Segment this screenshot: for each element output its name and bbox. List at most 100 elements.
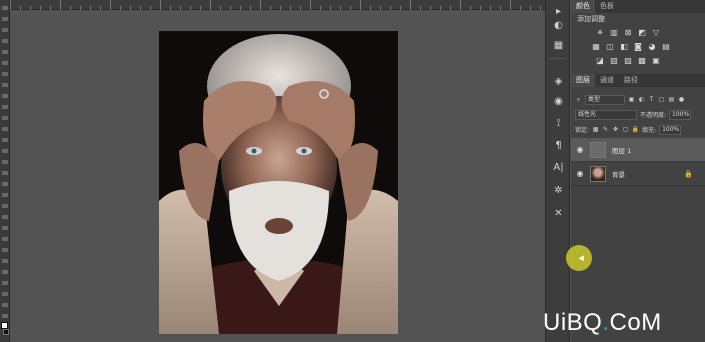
ruler-tick [430, 6, 431, 10]
ruler-tick [280, 6, 281, 10]
tool-icon[interactable] [2, 281, 8, 285]
ruler-tick [400, 6, 401, 10]
tool-icon[interactable] [2, 149, 8, 153]
layer-name: 图层 1 [612, 146, 632, 155]
watermark-text-a: UiBQ [543, 309, 603, 336]
tool-icon[interactable] [2, 50, 8, 54]
threshold-icon[interactable]: ▨ [623, 55, 633, 65]
lock-pixels-icon[interactable]: ▦ [592, 126, 599, 133]
foreground-color-swatch[interactable] [1, 322, 8, 329]
ruler-tick [260, 0, 261, 10]
document-image[interactable] [159, 31, 398, 334]
tool-icon[interactable] [2, 237, 8, 241]
channel-mixer-icon[interactable]: ▤ [661, 41, 671, 51]
bw-icon[interactable]: ◙ [633, 41, 643, 51]
ruler-tick [30, 6, 31, 10]
tool-icon[interactable] [2, 39, 8, 43]
tool-icon[interactable] [2, 138, 8, 142]
brush-icon[interactable]: ⟟ [551, 116, 566, 131]
tool-icon[interactable] [2, 314, 8, 318]
posterize-icon[interactable]: ▧ [609, 55, 619, 65]
history-icon[interactable]: ▸ [551, 4, 566, 19]
watermark-dot: . [602, 309, 610, 336]
gradient-map-icon[interactable]: ▩ [637, 55, 647, 65]
color-panel-icon[interactable]: ◐ [551, 18, 566, 33]
character-icon[interactable]: A| [551, 160, 566, 175]
vibrance-icon[interactable]: ▦ [591, 41, 601, 51]
curves-icon[interactable]: ⊠ [623, 27, 633, 37]
blend-mode-select[interactable]: 线性光 [575, 109, 637, 120]
tool-icon[interactable] [2, 28, 8, 32]
tab-color[interactable]: 颜色 [571, 0, 595, 13]
filter-toggle-icon[interactable]: ● [678, 96, 685, 103]
tool-icon[interactable] [2, 6, 8, 10]
eye-icon[interactable]: ◉ [574, 145, 586, 154]
filter-kind-select[interactable]: 类型 [585, 94, 625, 105]
levels-icon[interactable]: ▥ [609, 27, 619, 37]
tool-icon[interactable] [2, 17, 8, 21]
tool-icon[interactable] [2, 105, 8, 109]
tool-icon[interactable] [2, 215, 8, 219]
type-filter-icon[interactable]: T [648, 96, 655, 103]
settings-icon[interactable]: ✲ [551, 183, 566, 198]
layer-row[interactable]: ◉ 背景 🔒 [571, 162, 705, 186]
paragraph-icon[interactable]: ¶ [551, 138, 566, 153]
tool-icon[interactable] [2, 116, 8, 120]
tool-icon[interactable] [2, 193, 8, 197]
search-icon: ⌕ [576, 95, 581, 103]
tool-icon[interactable] [2, 171, 8, 175]
adjustment-filter-icon[interactable]: ◐ [638, 96, 645, 103]
exposure-icon[interactable]: ◩ [637, 27, 647, 37]
lock-all-icon[interactable]: 🔒 [632, 126, 639, 133]
tool-icon[interactable] [2, 83, 8, 87]
tab-channels[interactable]: 通道 [595, 74, 619, 87]
swatches-icon[interactable]: ▦ [551, 38, 566, 53]
tool-icon[interactable] [2, 259, 8, 263]
tool-icon[interactable] [2, 248, 8, 252]
background-color-swatch[interactable] [3, 329, 9, 335]
tool-icon[interactable] [2, 292, 8, 296]
lock-move-icon[interactable]: ✥ [612, 126, 619, 133]
hue-icon[interactable]: ◫ [605, 41, 615, 51]
ruler-tick [220, 6, 221, 10]
lock-artboard-icon[interactable]: ▢ [622, 126, 629, 133]
tool-icon[interactable] [2, 72, 8, 76]
brightness-icon[interactable]: ☀ [595, 27, 605, 37]
eye-icon[interactable]: ◉ [574, 169, 586, 178]
ruler-tick [270, 6, 271, 10]
tab-paths[interactable]: 路径 [619, 74, 643, 87]
lock-paint-icon[interactable]: ✎ [602, 126, 609, 133]
triangle-icon[interactable]: ▽ [651, 27, 661, 37]
ruler-tick [330, 6, 331, 10]
selective-color-icon[interactable]: ▣ [651, 55, 661, 65]
tool-icon[interactable] [2, 127, 8, 131]
ruler-tick [250, 6, 251, 10]
layers-panel-icon[interactable]: ◈ [551, 74, 566, 89]
tab-swatches[interactable]: 色板 [595, 0, 619, 13]
layer-row[interactable]: ◉ 图层 1 [571, 138, 705, 162]
ruler-tick [210, 0, 211, 10]
tool-icon[interactable] [2, 61, 8, 65]
tab-layers[interactable]: 图层 [571, 74, 595, 87]
strip-divider [550, 58, 567, 59]
photo-filter-icon[interactable]: ◕ [647, 41, 657, 51]
smart-filter-icon[interactable]: ▤ [668, 96, 675, 103]
opacity-field[interactable]: 100% [669, 109, 692, 120]
tool-icon[interactable] [2, 270, 8, 274]
tool-icon[interactable] [2, 94, 8, 98]
invert-icon[interactable]: ◪ [595, 55, 605, 65]
fill-field[interactable]: 100% [659, 124, 682, 135]
tool-icon[interactable] [2, 226, 8, 230]
tool-icon[interactable] [2, 182, 8, 186]
panel-icon-strip: ▸ ◐ ▦ ◈ ◉ ⟟ ¶ A| ✲ ✕ [545, 0, 570, 342]
tools-preset-icon[interactable]: ✕ [551, 206, 566, 221]
channels-panel-icon[interactable]: ◉ [551, 94, 566, 109]
tool-icon[interactable] [2, 204, 8, 208]
pixel-filter-icon[interactable]: ▣ [628, 96, 635, 103]
shape-filter-icon[interactable]: ▢ [658, 96, 665, 103]
watermark-text-b: CoM [609, 309, 662, 336]
ruler-tick [410, 0, 411, 10]
balance-icon[interactable]: ◧ [619, 41, 629, 51]
tool-icon[interactable] [2, 303, 8, 307]
tool-icon[interactable] [2, 160, 8, 164]
